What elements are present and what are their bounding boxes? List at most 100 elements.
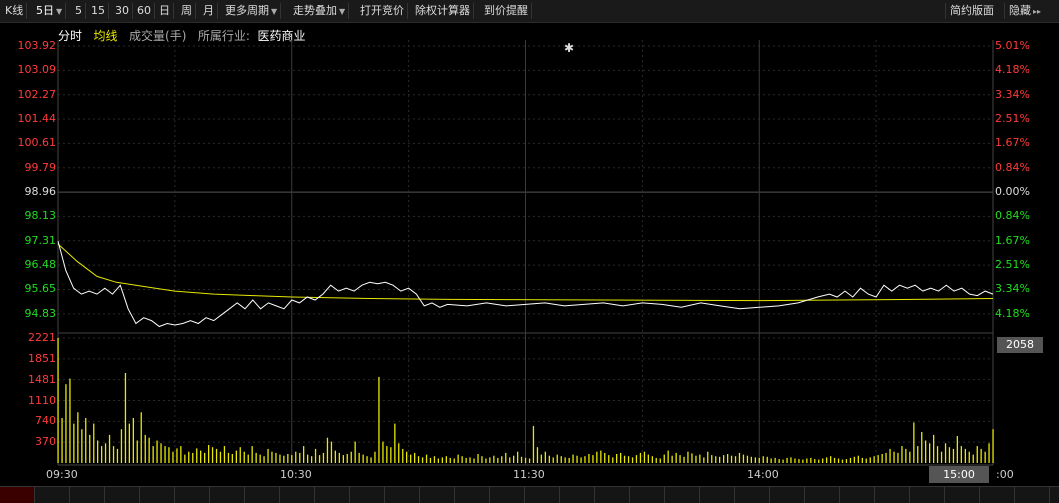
bottom-tab-24[interactable] bbox=[805, 487, 840, 503]
bottom-tab-11[interactable] bbox=[350, 487, 385, 503]
volume-bar bbox=[750, 456, 752, 463]
volume-bar bbox=[406, 451, 408, 463]
volume-bar bbox=[247, 454, 249, 463]
time-label-1030: 10:30 bbox=[280, 468, 312, 481]
volume-bar bbox=[857, 455, 859, 463]
volume-bar bbox=[97, 440, 99, 463]
volume-bar bbox=[754, 457, 756, 463]
volume-bar bbox=[620, 452, 622, 463]
bottom-tab-6[interactable] bbox=[175, 487, 210, 503]
bottom-tab-8[interactable] bbox=[245, 487, 280, 503]
bottom-tab-28[interactable] bbox=[945, 487, 980, 503]
volume-bar bbox=[782, 459, 784, 463]
volume-bar bbox=[429, 457, 432, 463]
volume-bar bbox=[425, 454, 428, 463]
bottom-tab-1[interactable] bbox=[0, 487, 35, 503]
percent-tick-label: 0.84% bbox=[995, 209, 1030, 223]
bottom-tab-15[interactable] bbox=[490, 487, 525, 503]
price-tick-label: 103.92 bbox=[17, 39, 57, 52]
bottom-tab-12[interactable] bbox=[385, 487, 420, 503]
price-tick-label: 101.44 bbox=[17, 112, 57, 126]
volume-bar bbox=[711, 455, 713, 463]
volume-bar bbox=[616, 454, 618, 463]
bottom-tab-13[interactable] bbox=[420, 487, 455, 503]
bottom-tab-10[interactable] bbox=[315, 487, 350, 503]
volume-bar bbox=[651, 456, 653, 463]
volume-bar bbox=[152, 446, 154, 463]
volume-bar bbox=[136, 440, 138, 463]
volume-bar bbox=[968, 451, 970, 463]
volume-bar bbox=[140, 412, 142, 463]
bottom-tab-5[interactable] bbox=[140, 487, 175, 503]
volume-bar bbox=[536, 447, 539, 463]
volume-bar bbox=[909, 451, 911, 463]
volume-bar bbox=[239, 447, 241, 463]
bottom-tab-18[interactable] bbox=[595, 487, 630, 503]
volume-bar bbox=[746, 455, 749, 463]
bottom-tab-16[interactable] bbox=[525, 487, 560, 503]
bottom-tab-21[interactable] bbox=[700, 487, 735, 503]
volume-bar bbox=[584, 456, 586, 463]
volume-bar bbox=[176, 448, 178, 463]
volume-bar bbox=[227, 452, 230, 463]
bottom-tab-26[interactable] bbox=[875, 487, 910, 503]
volume-bar bbox=[517, 451, 519, 463]
volume-bar bbox=[180, 446, 182, 463]
bottom-tab-3[interactable] bbox=[70, 487, 105, 503]
percent-tick-label: 2.51% bbox=[995, 112, 1030, 126]
volume-bar bbox=[334, 450, 336, 463]
price-tick-label: 102.27 bbox=[17, 87, 57, 101]
volume-bar bbox=[635, 455, 638, 463]
volume-bar bbox=[845, 459, 848, 463]
bottom-tab-22[interactable] bbox=[735, 487, 770, 503]
percent-tick-label: 1.67% bbox=[995, 136, 1030, 150]
volume-bar bbox=[204, 452, 206, 463]
volume-bar bbox=[988, 443, 990, 463]
volume-tick-label: 2221 bbox=[28, 331, 56, 344]
volume-bar bbox=[837, 458, 840, 463]
volume-bar bbox=[501, 456, 503, 463]
bottom-tab-2[interactable] bbox=[35, 487, 70, 503]
volume-bar bbox=[168, 447, 170, 463]
bottom-tab-9[interactable] bbox=[280, 487, 315, 503]
volume-bar bbox=[810, 457, 812, 463]
bottom-tab-20[interactable] bbox=[665, 487, 700, 503]
bottom-tab-19[interactable] bbox=[630, 487, 665, 503]
volume-bar bbox=[473, 458, 475, 463]
bottom-tab-7[interactable] bbox=[210, 487, 245, 503]
bottom-tab-30[interactable] bbox=[1015, 487, 1050, 503]
intraday-chart[interactable]: ✱ bbox=[0, 0, 1059, 502]
volume-bar bbox=[841, 459, 844, 463]
bottom-tab-4[interactable] bbox=[105, 487, 140, 503]
price-tick-label: 96.48 bbox=[24, 258, 57, 272]
volume-bar bbox=[489, 457, 491, 463]
volume-bar bbox=[960, 446, 962, 463]
price-tick-label: 98.96 bbox=[24, 185, 57, 199]
volume-bar bbox=[885, 452, 887, 463]
price-tick-label: 100.61 bbox=[17, 136, 57, 150]
volume-bar bbox=[925, 440, 927, 463]
volume-bar bbox=[77, 412, 79, 463]
volume-bar bbox=[251, 446, 253, 463]
volume-bar bbox=[639, 452, 642, 463]
volume-bar bbox=[818, 459, 820, 463]
volume-bar bbox=[493, 455, 495, 463]
volume-bar bbox=[295, 451, 297, 463]
volume-bar bbox=[326, 437, 329, 463]
volume-bar bbox=[421, 457, 424, 463]
volume-bar bbox=[112, 446, 115, 463]
volume-bar bbox=[374, 451, 376, 463]
bottom-tab-29[interactable] bbox=[980, 487, 1015, 503]
bottom-tab-23[interactable] bbox=[770, 487, 805, 503]
volume-bar bbox=[513, 455, 515, 463]
volume-bar bbox=[877, 455, 879, 463]
bottom-tab-27[interactable] bbox=[910, 487, 945, 503]
volume-bar bbox=[89, 434, 91, 463]
bottom-tab-25[interactable] bbox=[840, 487, 875, 503]
volume-bar bbox=[362, 454, 364, 463]
volume-bar bbox=[647, 454, 649, 463]
bottom-tab-14[interactable] bbox=[455, 487, 490, 503]
bottom-tab-17[interactable] bbox=[560, 487, 595, 503]
volume-bar bbox=[936, 446, 939, 463]
volume-bar bbox=[778, 459, 780, 463]
